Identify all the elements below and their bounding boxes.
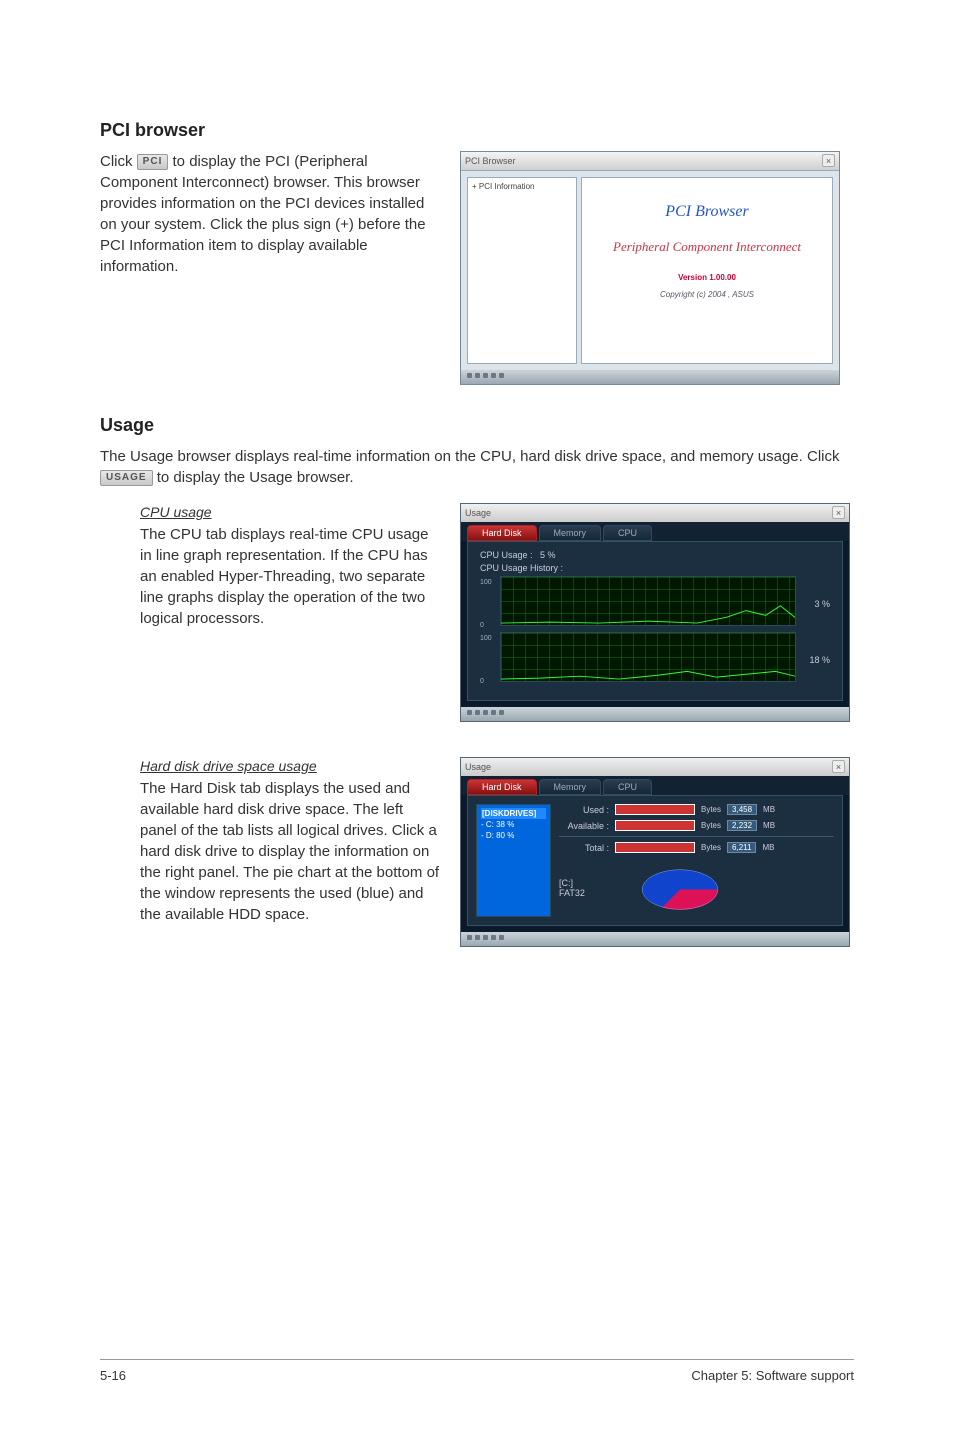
window-footer xyxy=(461,707,849,721)
pci-window-titlebar: PCI Browser × xyxy=(461,152,839,170)
available-label: Available : xyxy=(559,821,609,831)
usage-intro: The Usage browser displays real-time inf… xyxy=(100,446,854,488)
hdd-window-title: Usage xyxy=(465,762,491,772)
tab-harddisk[interactable]: Hard Disk xyxy=(467,525,537,541)
pci-version: Version 1.00.00 xyxy=(582,273,832,282)
pci-info-panel: PCI Browser Peripheral Component Interco… xyxy=(581,177,833,364)
pci-window: PCI Browser × + PCI Information PCI Brow… xyxy=(460,151,840,385)
usage-heading: Usage xyxy=(100,415,854,436)
cpu-pct-2: 18 % xyxy=(802,655,830,665)
pci-tree-item[interactable]: PCI Information xyxy=(479,182,535,191)
close-icon[interactable]: × xyxy=(822,154,835,167)
used-value: 3,458 xyxy=(727,804,757,815)
pie-chart-icon xyxy=(635,862,725,917)
cpu-graph-1 xyxy=(500,576,796,626)
fs-type: FAT32 xyxy=(559,888,585,898)
y-top: 100 xyxy=(480,579,494,586)
cpu-usage-window: Usage × Hard Disk Memory CPU CPU Usage :… xyxy=(460,503,850,722)
y-bot: 0 xyxy=(480,622,494,629)
cpu-window-titlebar: Usage × xyxy=(461,504,849,522)
pci-paragraph: Click PCI to display the PCI (Peripheral… xyxy=(100,151,440,277)
chapter-label: Chapter 5: Software support xyxy=(691,1368,854,1383)
available-bar xyxy=(615,820,695,831)
total-value-unit: MB xyxy=(762,843,774,852)
y-bot-2: 0 xyxy=(480,678,494,685)
pci-window-title: PCI Browser xyxy=(465,156,516,166)
drive-list-header: [DISKDRIVES] xyxy=(481,808,546,819)
close-icon[interactable]: × xyxy=(832,506,845,519)
pci-tree[interactable]: + PCI Information xyxy=(467,177,577,364)
drive-d[interactable]: - D: 80 % xyxy=(481,830,546,841)
page-footer: 5-16 Chapter 5: Software support xyxy=(100,1359,854,1383)
close-icon[interactable]: × xyxy=(832,760,845,773)
pci-copyright: Copyright (c) 2004 , ASUS xyxy=(582,290,832,299)
tab-memory[interactable]: Memory xyxy=(539,779,602,795)
pci-button-icon[interactable]: PCI xyxy=(137,154,169,170)
page-number: 5-16 xyxy=(100,1368,126,1383)
total-label: Total : xyxy=(559,843,609,853)
window-footer xyxy=(461,370,839,384)
hdd-subheading: Hard disk drive space usage xyxy=(140,757,440,776)
used-unit: Bytes xyxy=(701,805,721,814)
fs-drive-label: [C:] xyxy=(559,878,585,888)
window-footer xyxy=(461,932,849,946)
pci-heading: PCI browser xyxy=(100,120,854,141)
cpu-window-title: Usage xyxy=(465,508,491,518)
cpu-usage-label: CPU Usage : xyxy=(480,550,533,560)
cpu-usage-value: 5 % xyxy=(540,550,556,560)
drive-list[interactable]: [DISKDRIVES] - C: 38 % - D: 80 % xyxy=(476,804,551,917)
cpu-tabs: Hard Disk Memory CPU xyxy=(461,522,849,541)
pci-para-prefix: Click xyxy=(100,153,137,170)
usage-button-icon[interactable]: USAGE xyxy=(100,470,153,486)
hdd-paragraph: The Hard Disk tab displays the used and … xyxy=(140,778,440,925)
cpu-paragraph: The CPU tab displays real-time CPU usage… xyxy=(140,524,440,629)
used-label: Used : xyxy=(559,805,609,815)
used-bar xyxy=(615,804,695,815)
hdd-body: [DISKDRIVES] - C: 38 % - D: 80 % Used : … xyxy=(467,795,843,926)
available-unit: Bytes xyxy=(701,821,721,830)
tab-cpu[interactable]: CPU xyxy=(603,779,652,795)
y-top-2: 100 xyxy=(480,635,494,642)
hdd-tabs: Hard Disk Memory CPU xyxy=(461,776,849,795)
total-unit: Bytes xyxy=(701,843,721,852)
total-value: 6,211 xyxy=(727,842,756,853)
cpu-body: CPU Usage : 5 % CPU Usage History : 100 0… xyxy=(467,541,843,701)
pci-para-suffix: to display the PCI (Peripheral Component… xyxy=(100,153,426,275)
used-value-unit: MB xyxy=(763,805,775,814)
tab-memory[interactable]: Memory xyxy=(539,525,602,541)
pci-panel-subtitle: Peripheral Component Interconnect xyxy=(582,239,832,255)
usage-intro-suffix: to display the Usage browser. xyxy=(157,469,354,486)
hdd-details: Used : Bytes 3,458 MB Available : Bytes … xyxy=(559,804,834,917)
tab-harddisk[interactable]: Hard Disk xyxy=(467,779,537,795)
available-value-unit: MB xyxy=(763,821,775,830)
pci-panel-title: PCI Browser xyxy=(582,203,832,221)
usage-intro-prefix: The Usage browser displays real-time inf… xyxy=(100,448,839,465)
tab-cpu[interactable]: CPU xyxy=(603,525,652,541)
tree-expand-icon[interactable]: + xyxy=(472,182,477,191)
available-value: 2,232 xyxy=(727,820,757,831)
hdd-usage-window: Usage × Hard Disk Memory CPU [DISKDRIVES… xyxy=(460,757,850,947)
cpu-subheading: CPU usage xyxy=(140,503,440,522)
total-bar xyxy=(615,842,695,853)
cpu-pct-1: 3 % xyxy=(802,599,830,609)
cpu-graph-2 xyxy=(500,632,796,682)
cpu-history-label: CPU Usage History : xyxy=(480,563,830,573)
drive-c[interactable]: - C: 38 % xyxy=(481,819,546,830)
hdd-window-titlebar: Usage × xyxy=(461,758,849,776)
